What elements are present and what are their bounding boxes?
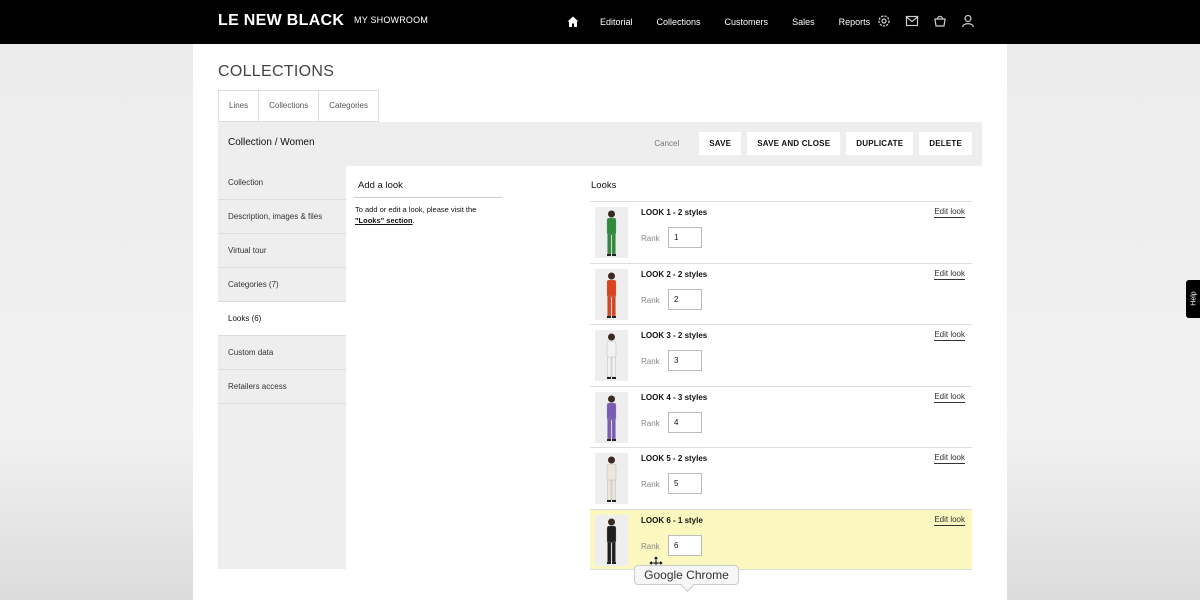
rank-label: Rank — [641, 234, 660, 243]
save-button[interactable]: SAVE — [699, 132, 742, 155]
looks-section-link[interactable]: "Looks" section — [355, 216, 413, 225]
look-thumbnail — [595, 391, 628, 443]
looks-heading: Looks — [591, 180, 617, 191]
showroom-label[interactable]: MY SHOWROOM — [354, 15, 428, 25]
page-title: COLLECTIONS — [218, 63, 335, 80]
look-title: LOOK 5 - 2 styles — [641, 454, 708, 463]
right-background — [1007, 44, 1200, 600]
main-content: COLLECTIONS Lines Collections Categories… — [193, 44, 1007, 600]
look-photo-image — [606, 272, 617, 318]
look-photo-image — [606, 456, 617, 502]
nav-icon-group — [876, 13, 988, 29]
menu-item-virtual-tour[interactable]: Virtual tour — [218, 234, 346, 268]
add-look-instructions: To add or edit a look, please visit the "… — [355, 204, 505, 226]
look-row: LOOK 2 - 2 styles Rank Edit look — [590, 262, 972, 324]
rank-input[interactable] — [668, 227, 702, 248]
look-photo-image — [606, 518, 617, 564]
tab-lines[interactable]: Lines — [218, 90, 259, 122]
main-nav: Editorial Collections Customers Sales Re… — [566, 0, 894, 44]
menu-item-custom-data[interactable]: Custom data — [218, 336, 346, 370]
help-label: Help — [1190, 291, 1198, 306]
save-and-close-button[interactable]: SAVE AND CLOSE — [747, 132, 841, 155]
rank-input[interactable] — [668, 534, 702, 556]
cancel-link[interactable]: Cancel — [654, 139, 679, 148]
edit-header-bar: Collection / Women Cancel SAVE SAVE AND … — [218, 122, 982, 166]
add-look-period: . — [412, 216, 415, 225]
menu-item-description[interactable]: Description, images & files — [218, 200, 346, 234]
look-row: LOOK 5 - 2 styles Rank Edit look — [590, 447, 972, 509]
user-icon[interactable] — [960, 13, 976, 29]
add-look-heading: Add a look — [358, 180, 403, 191]
action-buttons: Cancel SAVE SAVE AND CLOSE DUPLICATE DEL… — [654, 132, 972, 155]
look-title: LOOK 6 - 1 style — [641, 515, 703, 525]
add-look-text: To add or edit a look, please visit the — [355, 205, 477, 214]
divider — [354, 197, 502, 198]
rank-label: Rank — [641, 418, 660, 428]
look-row: LOOK 4 - 3 styles Rank Edit look — [590, 385, 972, 447]
section-tabs: Lines Collections Categories — [218, 90, 379, 122]
rank-input[interactable] — [668, 411, 702, 433]
edit-look-link[interactable]: Edit look — [934, 392, 965, 403]
menu-item-looks[interactable]: Looks (6) — [218, 302, 346, 336]
delete-button[interactable]: DELETE — [919, 132, 972, 155]
look-row: LOOK 6 - 1 style Rank Edit look — [590, 508, 972, 570]
look-row: LOOK 1 - 2 styles Rank Edit look — [590, 201, 972, 263]
add-look-panel: Add a look To add or edit a look, please… — [348, 166, 548, 226]
look-thumbnail — [595, 453, 628, 504]
menu-item-categories[interactable]: Categories (7) — [218, 268, 346, 302]
rank-label: Rank — [641, 480, 660, 489]
look-photo-image — [606, 395, 617, 441]
rank-input[interactable] — [668, 350, 702, 371]
edit-look-link[interactable]: Edit look — [934, 453, 965, 464]
duplicate-button[interactable]: DUPLICATE — [846, 132, 914, 155]
shopping-bag-icon[interactable] — [932, 13, 948, 29]
help-tab[interactable]: Help — [1186, 280, 1200, 318]
rank-label: Rank — [641, 295, 660, 305]
home-icon[interactable] — [566, 15, 580, 29]
rank-input[interactable] — [668, 288, 702, 310]
look-thumbnail — [595, 514, 628, 566]
menu-item-collection[interactable]: Collection — [218, 166, 346, 200]
look-photo-image — [606, 333, 617, 379]
app-tooltip: Google Chrome — [634, 565, 739, 585]
look-title: LOOK 3 - 2 styles — [641, 331, 708, 340]
edit-look-link[interactable]: Edit look — [934, 515, 965, 526]
edit-look-link[interactable]: Edit look — [934, 207, 965, 218]
rank-label: Rank — [641, 541, 660, 551]
edit-look-link[interactable]: Edit look — [934, 330, 965, 341]
looks-panel: Looks LOOK 1 - 2 stylesRankEdit lookLOOK… — [590, 166, 972, 570]
tab-collections[interactable]: Collections — [258, 90, 319, 122]
look-thumbnail — [595, 207, 628, 258]
look-row: LOOK 3 - 2 styles Rank Edit look — [590, 324, 972, 386]
tab-categories[interactable]: Categories — [318, 90, 379, 122]
rank-input[interactable] — [668, 473, 702, 494]
look-thumbnail — [595, 330, 628, 381]
nav-reports[interactable]: Reports — [839, 17, 871, 27]
inbox-icon[interactable] — [904, 13, 920, 29]
menu-item-retailers-access[interactable]: Retailers access — [218, 370, 346, 404]
gear-icon[interactable] — [876, 13, 892, 29]
look-title: LOOK 1 - 2 styles — [641, 208, 708, 217]
look-photo-image — [606, 210, 617, 256]
top-navigation-bar: LE NEW BLACK MY SHOWROOM Editorial Colle… — [0, 0, 1200, 44]
collection-section-menu: Collection Description, images & files V… — [218, 166, 346, 569]
edit-look-link[interactable]: Edit look — [934, 269, 965, 280]
nav-editorial[interactable]: Editorial — [600, 17, 633, 27]
nav-collections[interactable]: Collections — [657, 17, 701, 27]
look-list: LOOK 1 - 2 stylesRankEdit lookLOOK 2 - 2… — [590, 201, 972, 570]
brand-logo[interactable]: LE NEW BLACK — [218, 12, 344, 30]
breadcrumb: Collection / Women — [228, 137, 315, 148]
left-background — [0, 44, 193, 600]
look-title: LOOK 4 - 3 styles — [641, 392, 708, 402]
look-title: LOOK 2 - 2 styles — [641, 269, 708, 279]
look-thumbnail — [595, 268, 628, 320]
rank-label: Rank — [641, 357, 660, 366]
nav-sales[interactable]: Sales — [792, 17, 815, 27]
nav-customers[interactable]: Customers — [725, 17, 769, 27]
